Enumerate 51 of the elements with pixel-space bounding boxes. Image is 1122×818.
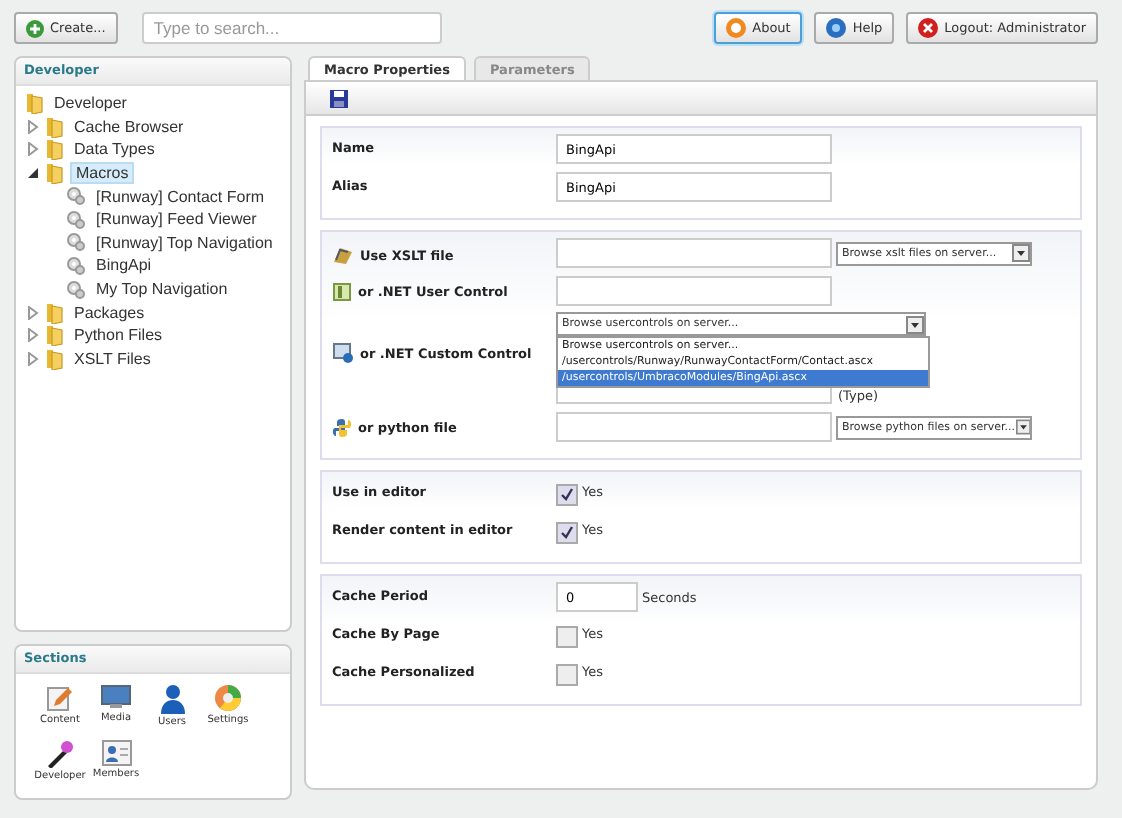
folder-icon <box>46 324 64 347</box>
folder-icon <box>46 301 64 324</box>
expand-icon[interactable] <box>26 351 40 366</box>
expand-icon[interactable] <box>26 328 40 343</box>
checkbox[interactable] <box>556 626 578 648</box>
plus-icon <box>26 19 44 37</box>
gear-icon <box>66 186 86 207</box>
tree-item[interactable]: [Runway] Contact Form <box>92 187 269 206</box>
close-icon <box>918 18 939 38</box>
checkbox[interactable] <box>556 484 578 506</box>
gear-icon <box>66 209 86 230</box>
help-icon <box>826 18 847 38</box>
tree-item[interactable]: Data Types <box>70 140 159 159</box>
gear-icon <box>66 255 86 276</box>
tree-item[interactable]: [Runway] Top Navigation <box>92 233 277 252</box>
folder-icon <box>46 115 64 138</box>
tree-item[interactable]: My Top Navigation <box>92 280 232 299</box>
checkbox[interactable] <box>556 522 578 544</box>
collapse-icon[interactable] <box>26 166 40 181</box>
pencil-icon <box>46 684 74 712</box>
user-icon <box>159 684 185 714</box>
tree-item[interactable]: Cache Browser <box>70 117 188 136</box>
monitor-icon <box>100 684 132 710</box>
tree-item[interactable]: XSLT Files <box>70 349 155 368</box>
color-wheel-icon <box>214 684 242 712</box>
expand-icon[interactable] <box>26 119 40 134</box>
expand-icon[interactable] <box>26 142 40 157</box>
control-icon <box>332 282 352 302</box>
save-icon[interactable] <box>330 89 348 107</box>
search-field[interactable]: Type to search... <box>141 12 442 44</box>
text-field[interactable] <box>556 276 832 306</box>
folder-icon <box>46 162 64 185</box>
gear-icon <box>66 232 86 253</box>
text-field[interactable] <box>556 412 832 442</box>
folder-icon <box>46 347 64 370</box>
tree-item[interactable]: Developer <box>50 94 131 113</box>
expand-icon[interactable] <box>26 305 40 320</box>
checkbox[interactable] <box>556 664 578 686</box>
tree-item[interactable]: BingApi <box>92 256 156 275</box>
control-icon <box>332 342 354 364</box>
id-card-icon <box>101 740 131 766</box>
python-icon <box>332 418 352 438</box>
tree-item[interactable]: [Runway] Feed Viewer <box>92 210 261 229</box>
gear-icon <box>66 279 86 300</box>
tree-item[interactable]: Macros <box>70 162 135 185</box>
tree-item[interactable]: Python Files <box>70 326 167 345</box>
magic-wand-icon <box>46 740 74 768</box>
text-field[interactable] <box>556 238 832 268</box>
folder-icon <box>46 138 64 161</box>
tree-item[interactable]: Packages <box>70 303 149 322</box>
folder-icon <box>26 92 44 115</box>
